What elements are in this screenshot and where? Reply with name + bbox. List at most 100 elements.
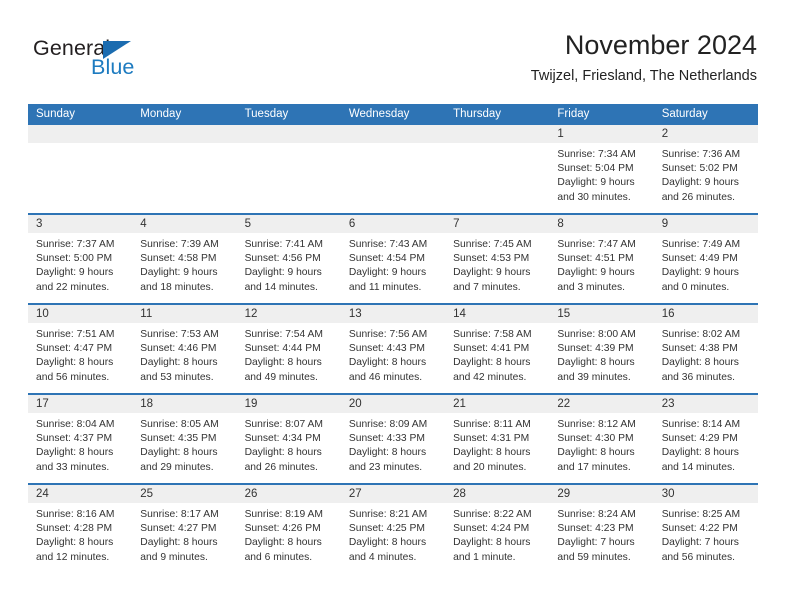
day-detail-line: Daylight: 8 hours [557, 447, 635, 459]
day-number: 10 [28, 305, 133, 323]
day-detail-line: and 56 minutes. [661, 551, 735, 563]
day-details [132, 143, 236, 148]
calendar-day-cell[interactable]: 12 Sunrise: 7:54 AM Sunset: 4:44 PM Dayligh… [236, 305, 341, 393]
calendar-day-cell[interactable]: 10 Sunrise: 7:51 AM Sunset: 4:47 PM Dayligh… [28, 305, 133, 393]
calendar-day-cell[interactable]: 27 Sunrise: 8:21 AM Sunset: 4:25 PM Dayligh… [340, 485, 446, 573]
day-number: 11 [132, 305, 237, 323]
calendar-day-cell[interactable]: 15 Sunrise: 8:00 AM Sunset: 4:39 PM Dayligh… [549, 305, 654, 393]
day-detail-line: Daylight: 8 hours [36, 447, 114, 459]
calendar-day-cell[interactable]: 11 Sunrise: 7:53 AM Sunset: 4:46 PM Dayligh… [132, 305, 237, 393]
day-detail-line: Daylight: 9 hours [453, 267, 531, 279]
day-detail-line: Sunrise: 8:09 AM [348, 419, 428, 430]
calendar-day-cell-empty [28, 125, 133, 213]
calendar-day-cell[interactable]: 26 Sunrise: 8:19 AM Sunset: 4:26 PM Dayligh… [236, 485, 341, 573]
day-details: Sunrise: 8:11 AM Sunset: 4:31 PM Daylight:… [445, 413, 549, 475]
day-number: 15 [549, 305, 654, 323]
day-details [28, 143, 132, 148]
weekday-header-friday: Friday [557, 108, 590, 120]
day-number: 21 [445, 395, 550, 413]
day-number: 2 [653, 125, 758, 143]
day-detail-line: and 56 minutes. [36, 371, 110, 383]
calendar-day-cell[interactable]: 30 Sunrise: 8:25 AM Sunset: 4:22 PM Dayligh… [653, 485, 758, 573]
day-number: 26 [236, 485, 341, 503]
calendar-day-cell[interactable]: 16 Sunrise: 8:02 AM Sunset: 4:38 PM Dayligh… [653, 305, 758, 393]
calendar-day-cell[interactable]: 5 Sunrise: 7:41 AM Sunset: 4:56 PM Daylight… [236, 215, 341, 303]
day-details [445, 143, 549, 148]
calendar-day-cell[interactable]: 6 Sunrise: 7:43 AM Sunset: 4:54 PM Daylight… [340, 215, 446, 303]
calendar-day-cell[interactable]: 19 Sunrise: 8:07 AM Sunset: 4:34 PM Dayligh… [236, 395, 341, 483]
day-details: Sunrise: 7:39 AM Sunset: 4:58 PM Daylight:… [132, 233, 236, 295]
calendar-day-cell[interactable]: 4 Sunrise: 7:39 AM Sunset: 4:58 PM Daylight… [132, 215, 237, 303]
day-detail-line: Daylight: 8 hours [557, 357, 635, 369]
day-details [341, 143, 445, 148]
calendar-day-cell[interactable]: 20 Sunrise: 8:09 AM Sunset: 4:33 PM Dayligh… [340, 395, 446, 483]
day-number [445, 125, 550, 143]
day-number: 13 [340, 305, 446, 323]
calendar-day-cell[interactable]: 23 Sunrise: 8:14 AM Sunset: 4:29 PM Dayligh… [653, 395, 758, 483]
day-detail-line: Sunset: 4:54 PM [348, 253, 425, 265]
generalblue-logo[interactable]: General Blue [33, 36, 213, 82]
calendar-day-cell[interactable]: 3 Sunrise: 7:37 AM Sunset: 5:00 PM Daylight… [28, 215, 133, 303]
page-title: November 2024 [564, 30, 757, 60]
day-number: 27 [340, 485, 446, 503]
day-detail-line: and 4 minutes. [348, 551, 417, 563]
day-details: Sunrise: 7:45 AM Sunset: 4:53 PM Daylight:… [445, 233, 549, 295]
day-number: 7 [445, 215, 550, 233]
calendar-day-cell[interactable]: 8 Sunrise: 7:47 AM Sunset: 4:51 PM Daylight… [549, 215, 654, 303]
day-detail-line: and 26 minutes. [244, 461, 318, 473]
day-detail-line: and 59 minutes. [557, 551, 631, 563]
day-detail-line: Daylight: 7 hours [557, 537, 635, 549]
day-detail-line: Sunset: 4:44 PM [244, 343, 321, 355]
day-details: Sunrise: 8:09 AM Sunset: 4:33 PM Daylight:… [341, 413, 445, 475]
calendar-week-row: 10 Sunrise: 7:51 AM Sunset: 4:47 PM Dayligh… [28, 303, 758, 393]
day-details: Sunrise: 8:07 AM Sunset: 4:34 PM Daylight:… [237, 413, 341, 475]
calendar-day-cell[interactable]: 21 Sunrise: 8:11 AM Sunset: 4:31 PM Dayligh… [445, 395, 550, 483]
calendar-day-cell[interactable]: 28 Sunrise: 8:22 AM Sunset: 4:24 PM Dayligh… [445, 485, 550, 573]
calendar-day-cell[interactable]: 25 Sunrise: 8:17 AM Sunset: 4:27 PM Dayligh… [132, 485, 237, 573]
day-details: Sunrise: 8:12 AM Sunset: 4:30 PM Daylight:… [549, 413, 653, 475]
day-detail-line: Sunrise: 8:16 AM [36, 509, 115, 520]
day-detail-line: and 20 minutes. [453, 461, 527, 473]
calendar-day-cell[interactable]: 7 Sunrise: 7:45 AM Sunset: 4:53 PM Daylight… [445, 215, 550, 303]
day-detail-line: Sunrise: 8:02 AM [661, 329, 741, 340]
day-detail-line: Sunrise: 8:22 AM [453, 509, 532, 520]
calendar-day-cell[interactable]: 14 Sunrise: 7:58 AM Sunset: 4:41 PM Dayligh… [445, 305, 550, 393]
day-detail-line: Daylight: 9 hours [557, 267, 635, 279]
day-detail-line: Sunset: 4:41 PM [453, 343, 530, 355]
logo-text-blue: Blue [91, 55, 135, 79]
calendar-day-cell[interactable]: 13 Sunrise: 7:56 AM Sunset: 4:43 PM Dayligh… [340, 305, 446, 393]
day-number: 20 [340, 395, 446, 413]
day-detail-line: Sunrise: 8:14 AM [661, 419, 741, 430]
day-details: Sunrise: 7:34 AM Sunset: 5:04 PM Daylight:… [549, 143, 653, 205]
calendar-day-cell[interactable]: 29 Sunrise: 8:24 AM Sunset: 4:23 PM Dayligh… [549, 485, 654, 573]
calendar-day-cell[interactable]: 18 Sunrise: 8:05 AM Sunset: 4:35 PM Dayligh… [132, 395, 237, 483]
day-number [28, 125, 133, 143]
calendar-day-cell[interactable]: 24 Sunrise: 8:16 AM Sunset: 4:28 PM Dayligh… [28, 485, 133, 573]
day-detail-line: Sunset: 4:33 PM [348, 433, 425, 445]
day-detail-line: Sunrise: 8:19 AM [244, 509, 323, 520]
calendar-day-cell[interactable]: 1 Sunrise: 7:34 AM Sunset: 5:04 PM Daylight… [549, 125, 654, 213]
day-number: 18 [132, 395, 237, 413]
calendar-day-cell[interactable]: 2 Sunrise: 7:36 AM Sunset: 5:02 PM Daylight… [653, 125, 758, 213]
day-number: 25 [132, 485, 237, 503]
day-details: Sunrise: 7:49 AM Sunset: 4:49 PM Daylight:… [654, 233, 758, 295]
calendar-day-cell[interactable]: 22 Sunrise: 8:12 AM Sunset: 4:30 PM Dayligh… [549, 395, 654, 483]
day-details: Sunrise: 7:51 AM Sunset: 4:47 PM Daylight:… [28, 323, 132, 385]
day-detail-line: and 14 minutes. [661, 461, 735, 473]
day-detail-line: Daylight: 7 hours [661, 537, 739, 549]
calendar-week-row: 3 Sunrise: 7:37 AM Sunset: 5:00 PM Daylight… [28, 213, 758, 303]
calendar-day-cell[interactable]: 9 Sunrise: 7:49 AM Sunset: 4:49 PM Daylight… [653, 215, 758, 303]
calendar-day-cell[interactable]: 17 Sunrise: 8:04 AM Sunset: 4:37 PM Dayligh… [28, 395, 133, 483]
calendar-day-cell-empty [236, 125, 341, 213]
day-detail-line: Daylight: 8 hours [244, 357, 322, 369]
day-detail-line: Sunrise: 7:53 AM [140, 329, 219, 340]
day-detail-line: Sunrise: 8:11 AM [453, 419, 531, 430]
day-detail-line: Sunset: 4:38 PM [661, 343, 738, 355]
day-details: Sunrise: 8:17 AM Sunset: 4:27 PM Daylight:… [132, 503, 236, 565]
day-detail-line: and 0 minutes. [661, 281, 730, 293]
day-detail-line: Sunrise: 7:37 AM [36, 239, 115, 250]
day-detail-line: Daylight: 8 hours [453, 357, 531, 369]
day-details: Sunrise: 7:47 AM Sunset: 4:51 PM Daylight:… [549, 233, 653, 295]
day-detail-line: Sunrise: 8:25 AM [661, 509, 741, 520]
day-detail-line: Sunset: 4:28 PM [36, 523, 113, 535]
